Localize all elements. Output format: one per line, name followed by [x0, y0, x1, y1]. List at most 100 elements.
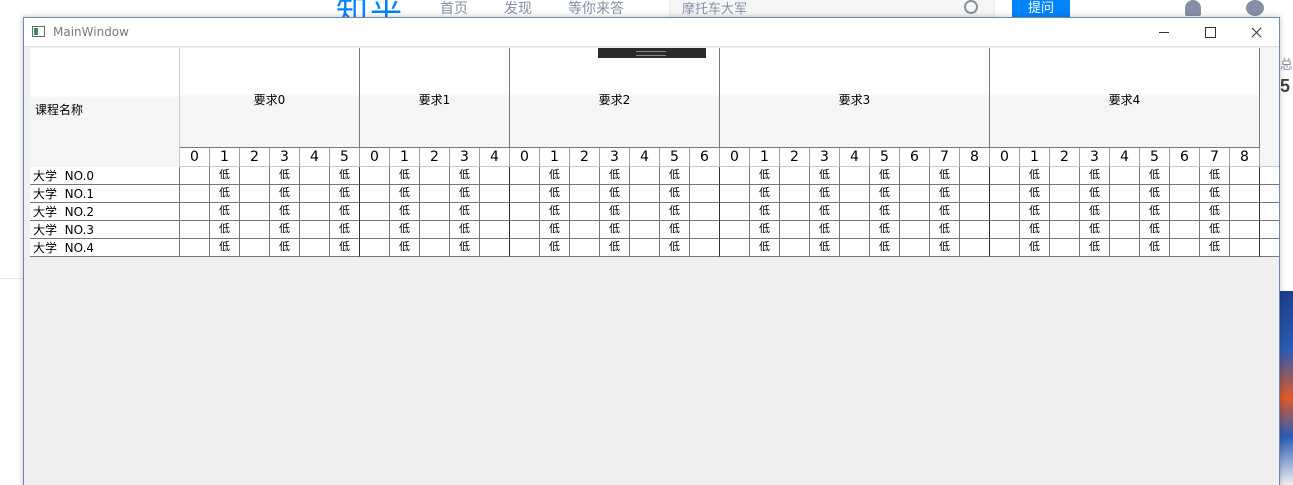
table-cell[interactable]: [1050, 221, 1080, 239]
table-cell[interactable]: [180, 203, 210, 221]
table-cell[interactable]: [990, 221, 1020, 239]
table-cell[interactable]: [1170, 167, 1200, 185]
sub-column-header[interactable]: 6: [1170, 148, 1200, 167]
sub-column-header[interactable]: 3: [450, 148, 480, 167]
table-cell[interactable]: [480, 185, 510, 203]
table-cell[interactable]: [300, 203, 330, 221]
sub-column-header[interactable]: 3: [270, 148, 300, 167]
table-cell[interactable]: 低: [450, 221, 480, 239]
table-cell[interactable]: 低: [450, 185, 480, 203]
sub-column-header[interactable]: 0: [720, 148, 750, 167]
sub-column-header[interactable]: 3: [810, 148, 840, 167]
table-cell[interactable]: 低: [450, 239, 480, 257]
table-cell[interactable]: [510, 203, 540, 221]
sub-column-header[interactable]: 4: [1110, 148, 1140, 167]
table-cell[interactable]: [1050, 167, 1080, 185]
sub-column-header[interactable]: 7: [930, 148, 960, 167]
table-cell[interactable]: 低: [870, 185, 900, 203]
table-cell[interactable]: 低: [540, 239, 570, 257]
table-cell[interactable]: 低: [750, 203, 780, 221]
requirement-header-1[interactable]: 要求1: [360, 48, 510, 148]
table-cell[interactable]: [420, 239, 450, 257]
table-cell[interactable]: [480, 221, 510, 239]
table-cell[interactable]: [900, 167, 930, 185]
table-cell[interactable]: 低: [270, 221, 300, 239]
sub-column-header[interactable]: 2: [1050, 148, 1080, 167]
table-cell[interactable]: [510, 167, 540, 185]
table-cell[interactable]: 低: [450, 167, 480, 185]
table-cell[interactable]: [720, 167, 750, 185]
table-cell[interactable]: 低: [870, 221, 900, 239]
table-cell[interactable]: 低: [810, 203, 840, 221]
table-cell[interactable]: 低: [1200, 239, 1230, 257]
requirement-header-0[interactable]: 要求0: [180, 48, 360, 148]
table-cell[interactable]: 低: [330, 221, 360, 239]
table-cell[interactable]: 低: [330, 239, 360, 257]
table-cell[interactable]: 低: [1140, 185, 1170, 203]
table-cell[interactable]: 低: [600, 239, 630, 257]
table-cell[interactable]: [960, 221, 990, 239]
table-cell[interactable]: 低: [930, 167, 960, 185]
table-cell[interactable]: [900, 185, 930, 203]
sub-column-header[interactable]: 2: [570, 148, 600, 167]
table-cell[interactable]: [780, 203, 810, 221]
table-cell[interactable]: 低: [540, 203, 570, 221]
table-cell[interactable]: [690, 167, 720, 185]
table-cell[interactable]: 低: [1200, 221, 1230, 239]
table-cell[interactable]: 低: [660, 239, 690, 257]
table-cell[interactable]: 低: [270, 185, 300, 203]
table-cell[interactable]: 低: [270, 239, 300, 257]
table-cell[interactable]: [1170, 203, 1200, 221]
row-course-name[interactable]: 大学 NO.2: [30, 203, 180, 221]
table-cell[interactable]: 低: [660, 203, 690, 221]
table-cell[interactable]: 低: [1200, 185, 1230, 203]
table-cell[interactable]: [240, 239, 270, 257]
table-cell[interactable]: [1110, 239, 1140, 257]
sub-column-header[interactable]: 6: [690, 148, 720, 167]
row-course-name[interactable]: 大学 NO.3: [30, 221, 180, 239]
requirement-header-2[interactable]: 要求2: [510, 48, 720, 148]
table-cell[interactable]: [510, 239, 540, 257]
table-cell[interactable]: 低: [810, 239, 840, 257]
table-cell[interactable]: [240, 221, 270, 239]
sub-column-header[interactable]: 8: [960, 148, 990, 167]
table-cell[interactable]: 低: [600, 167, 630, 185]
table-cell[interactable]: [690, 203, 720, 221]
sub-column-header[interactable]: 7: [1200, 148, 1230, 167]
sub-column-header[interactable]: 2: [780, 148, 810, 167]
table-cell[interactable]: 低: [870, 203, 900, 221]
table-cell[interactable]: [300, 221, 330, 239]
table-cell[interactable]: 低: [1020, 221, 1050, 239]
table-cell[interactable]: [990, 167, 1020, 185]
table-cell[interactable]: 低: [1200, 167, 1230, 185]
table-cell[interactable]: [900, 203, 930, 221]
table-cell[interactable]: [720, 239, 750, 257]
sub-column-header[interactable]: 1: [390, 148, 420, 167]
table-cell[interactable]: 低: [810, 185, 840, 203]
table-cell[interactable]: 低: [210, 185, 240, 203]
table-cell[interactable]: [1110, 167, 1140, 185]
table-cell[interactable]: [1050, 239, 1080, 257]
table-cell[interactable]: [630, 221, 660, 239]
table-cell[interactable]: 低: [750, 167, 780, 185]
table-cell[interactable]: [990, 239, 1020, 257]
table-cell[interactable]: [960, 203, 990, 221]
table-cell[interactable]: 低: [600, 221, 630, 239]
requirement-header-4[interactable]: 要求4: [990, 48, 1260, 148]
table-cell[interactable]: 低: [1140, 221, 1170, 239]
sub-column-header[interactable]: 5: [330, 148, 360, 167]
table-cell[interactable]: 低: [660, 185, 690, 203]
title-bar[interactable]: MainWindow: [24, 18, 1279, 47]
table-cell[interactable]: 低: [540, 221, 570, 239]
table-cell[interactable]: 低: [450, 203, 480, 221]
table-cell[interactable]: [360, 167, 390, 185]
sub-column-header[interactable]: 1: [540, 148, 570, 167]
table-cell[interactable]: 低: [660, 221, 690, 239]
table-cell[interactable]: [570, 185, 600, 203]
table-cell[interactable]: [780, 185, 810, 203]
table-cell[interactable]: [990, 203, 1020, 221]
table-cell[interactable]: 低: [600, 185, 630, 203]
table-cell[interactable]: 低: [870, 167, 900, 185]
table-cell[interactable]: 低: [540, 185, 570, 203]
sub-column-header[interactable]: 1: [210, 148, 240, 167]
